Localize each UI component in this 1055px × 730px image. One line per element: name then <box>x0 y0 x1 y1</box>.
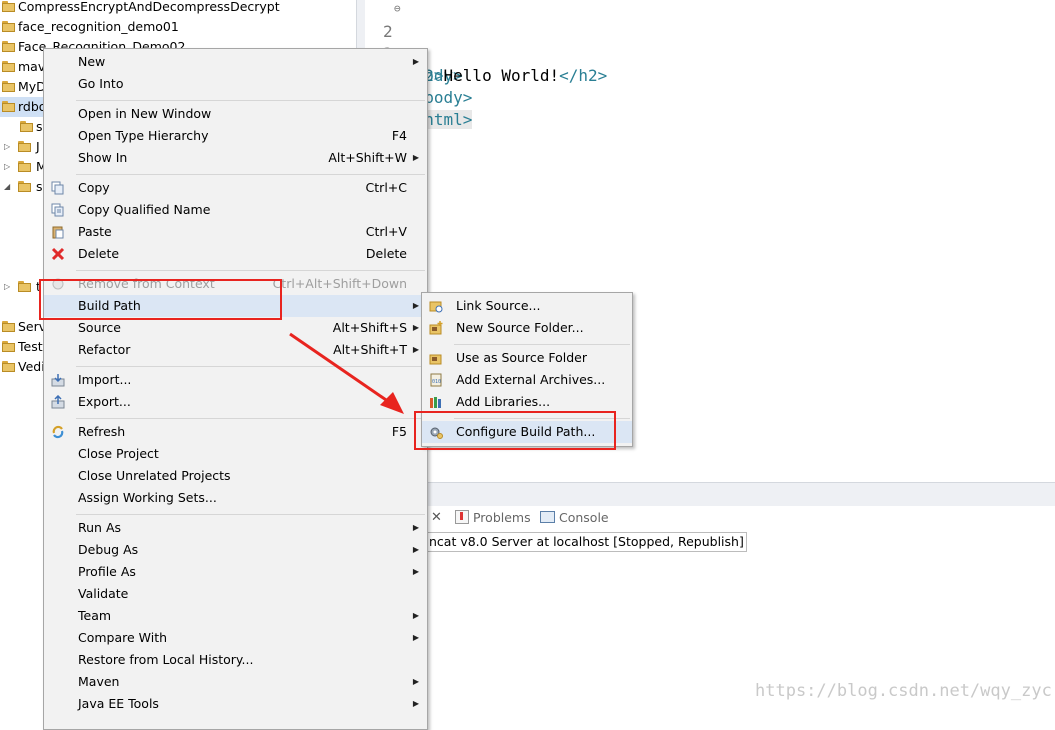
annotation-arrow <box>289 332 404 414</box>
watermark: https://blog.csdn.net/wqy_zyc <box>755 681 1052 701</box>
